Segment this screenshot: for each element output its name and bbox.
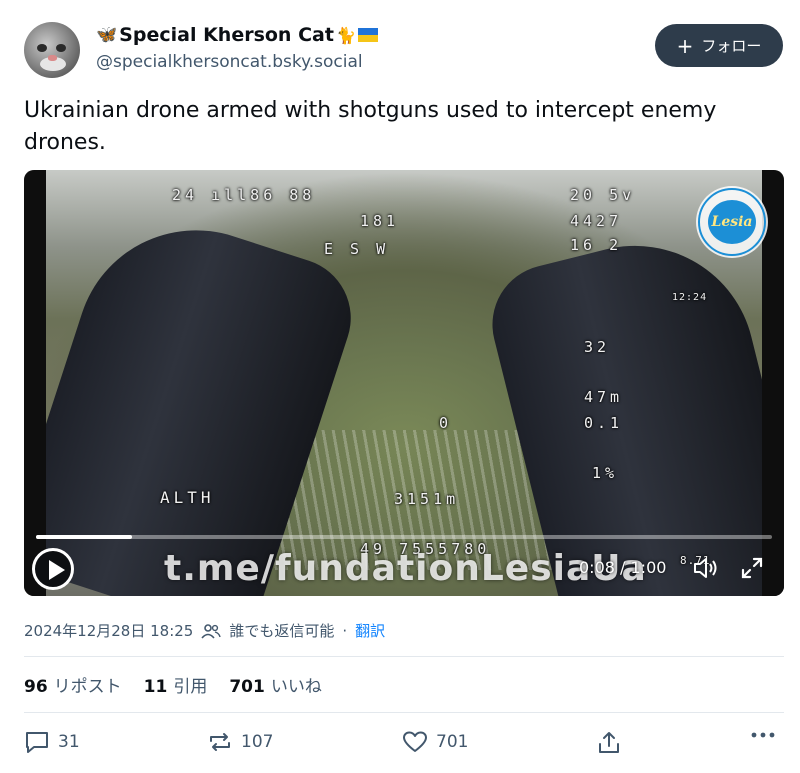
post-meta: 2024年12月28日 18:25 誰でも返信可能 · 翻訳 xyxy=(24,620,385,641)
osd-compass: E S W xyxy=(324,240,390,258)
author-handle[interactable]: @specialkhersoncat.bsky.social xyxy=(96,52,378,72)
author-name-text: Special Kherson Cat xyxy=(119,24,334,46)
reply-audience: 誰でも返信可能 xyxy=(229,622,335,640)
post-header: 🦋 Special Kherson Cat 🐈 @specialkhersonc… xyxy=(0,0,800,90)
author-avatar[interactable] xyxy=(24,22,80,78)
like-count: 701 xyxy=(436,732,469,752)
reposts-count[interactable]: 96 リポスト xyxy=(24,672,122,697)
share-icon xyxy=(599,732,619,753)
repost-button[interactable]: 107 xyxy=(207,730,273,754)
meta-separator: · xyxy=(342,621,348,640)
repost-count: 107 xyxy=(241,732,274,752)
avatar-nose xyxy=(48,55,57,61)
likes-count[interactable]: 701 いいね xyxy=(229,672,322,697)
video-player[interactable]: 24 ıll86 88 181 E S W 20 5v 4427 16 2 12… xyxy=(24,170,784,596)
logo-text: Lesia xyxy=(708,200,756,244)
lesia-logo: Lesia xyxy=(696,186,768,258)
avatar-eye-right xyxy=(56,44,66,52)
share-button[interactable] xyxy=(596,730,622,756)
repost-icon xyxy=(210,733,230,751)
post-text: Ukrainian drone armed with shotguns used… xyxy=(24,98,717,155)
volume-icon[interactable] xyxy=(692,556,720,580)
like-button[interactable]: 701 xyxy=(402,730,468,754)
divider-top xyxy=(24,656,784,657)
video-watermark: t.me/fundationLesiaUa xyxy=(164,548,647,589)
ukraine-flag-icon xyxy=(357,28,378,42)
post-timestamp[interactable]: 2024年12月28日 18:25 xyxy=(24,620,193,641)
divider-bottom xyxy=(24,712,784,713)
osd-side-time: 12:24 xyxy=(672,292,708,303)
likes-label: いいね xyxy=(270,677,322,697)
engagement-counts: 96 リポスト 11 引用 701 いいね xyxy=(24,672,322,697)
author-name-block: 🦋 Special Kherson Cat 🐈 @specialkhersonc… xyxy=(96,24,378,72)
osd-right-mid-1: 32 xyxy=(584,338,611,356)
quotes-number: 11 xyxy=(143,677,168,697)
fullscreen-icon[interactable] xyxy=(740,556,764,580)
osd-top-left: 24 ıll86 88 xyxy=(172,186,316,204)
likes-number: 701 xyxy=(229,677,265,697)
video-time: 0:08 / 1:00 xyxy=(579,558,667,577)
reposts-number: 96 xyxy=(24,677,48,697)
reposts-label: リポスト xyxy=(53,677,122,697)
translate-link[interactable]: 翻訳 xyxy=(355,620,385,641)
letterbox-left xyxy=(24,170,46,596)
reply-button[interactable]: 31 xyxy=(24,730,80,754)
people-icon xyxy=(201,623,222,639)
osd-percent: 1% xyxy=(592,464,619,482)
osd-center: 0 xyxy=(439,414,453,432)
more-options-button[interactable] xyxy=(750,730,776,740)
follow-button[interactable]: + フォロー xyxy=(655,24,783,67)
plus-icon: + xyxy=(676,33,694,58)
avatar-eye-left xyxy=(37,44,47,52)
play-button[interactable] xyxy=(32,548,74,590)
osd-top-right-2: 4427 xyxy=(570,212,623,230)
video-progress-fill xyxy=(36,535,132,539)
reply-icon xyxy=(26,732,48,753)
quotes-label: 引用 xyxy=(173,677,208,697)
osd-alt-label: ALTH xyxy=(160,488,215,507)
action-bar: 31 107 701 xyxy=(24,730,784,760)
butterfly-icon: 🦋 xyxy=(96,25,118,45)
osd-top-right-1: 20 5v xyxy=(570,186,636,204)
osd-right-mid-3: 0.1 xyxy=(584,414,624,432)
follow-label: フォロー xyxy=(701,37,762,55)
cat-icon: 🐈 xyxy=(335,25,356,45)
reply-count: 31 xyxy=(58,732,80,752)
osd-right-mid-2: 47m xyxy=(584,388,624,406)
more-icon xyxy=(751,732,775,738)
osd-heading: 181 xyxy=(360,212,400,230)
quotes-count[interactable]: 11 引用 xyxy=(144,672,208,697)
author-display-name[interactable]: 🦋 Special Kherson Cat 🐈 xyxy=(96,24,378,46)
heart-icon xyxy=(403,731,427,752)
osd-distance: 3151m xyxy=(394,490,460,508)
video-progress-bar[interactable] xyxy=(36,535,772,539)
osd-top-right-3: 16 2 xyxy=(570,236,623,254)
